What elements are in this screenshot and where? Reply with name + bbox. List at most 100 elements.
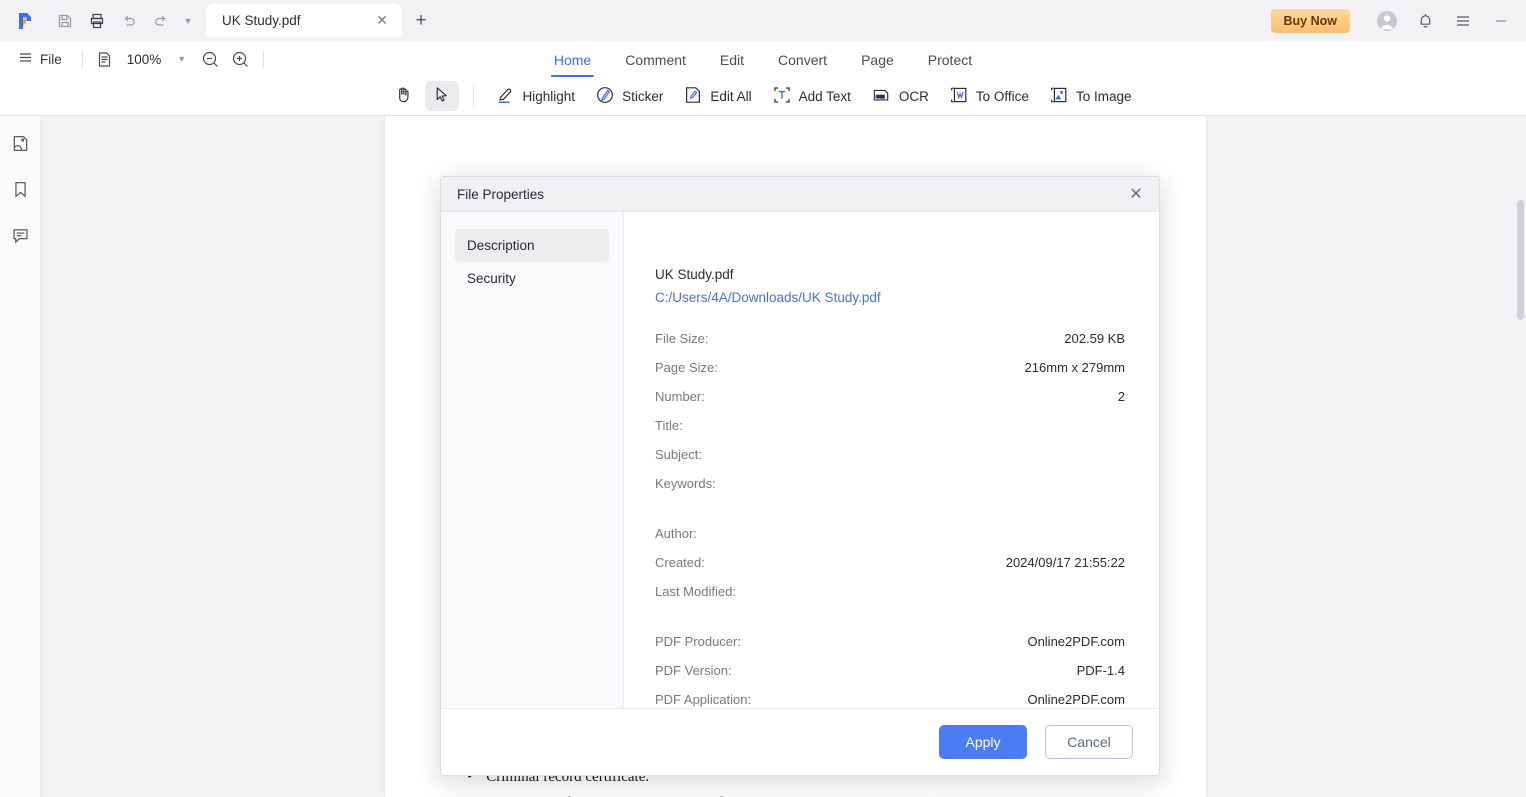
- property-label: File Size:: [655, 331, 709, 346]
- nav-item-security[interactable]: Security: [455, 262, 609, 295]
- page-layout-icon[interactable]: [91, 45, 119, 73]
- scrollbar-thumb[interactable]: [1517, 200, 1524, 320]
- table-row: PDF Version: PDF-1.4: [655, 663, 1125, 692]
- to-office-label: To Office: [975, 88, 1029, 104]
- property-label: Title:: [655, 418, 683, 433]
- to-office-icon: [949, 85, 969, 108]
- dialog-title: File Properties: [457, 186, 545, 202]
- ribbon-toolbar: Highlight Sticker Edit All Add Text OCR …: [0, 77, 1526, 116]
- property-value: Online2PDF.com: [1027, 692, 1125, 707]
- edit-all-button[interactable]: Edit All: [675, 81, 759, 111]
- apply-button[interactable]: Apply: [939, 725, 1027, 759]
- property-value: 202.59 KB: [1064, 331, 1125, 346]
- to-office-button[interactable]: To Office: [941, 81, 1037, 111]
- file-path-link[interactable]: C:/Users/4A/Downloads/UK Study.pdf: [655, 290, 1125, 305]
- print-icon[interactable]: [82, 6, 112, 36]
- hand-tool-icon: [394, 85, 413, 107]
- chevron-down-icon[interactable]: ▼: [169, 45, 195, 73]
- property-value: 2024/09/17 21:55:22: [1005, 555, 1125, 570]
- close-icon[interactable]: ✕: [372, 11, 392, 31]
- dialog-footer: Apply Cancel: [441, 708, 1159, 775]
- table-row: Created: 2024/09/17 21:55:22: [655, 555, 1125, 584]
- save-icon[interactable]: [50, 6, 80, 36]
- zoom-out-icon[interactable]: [197, 45, 225, 73]
- bookmark-panel-icon[interactable]: [7, 176, 33, 202]
- chevron-down-icon[interactable]: ▼: [178, 6, 198, 36]
- property-label: Author:: [655, 526, 697, 541]
- nav-item-description[interactable]: Description: [455, 229, 609, 262]
- new-tab-button[interactable]: +: [404, 4, 438, 37]
- property-value: 216mm x 279mm: [1024, 360, 1125, 375]
- dialog-main-panel: UK Study.pdf C:/Users/4A/Downloads/UK St…: [624, 212, 1159, 708]
- table-row: Last Modified:: [655, 584, 1125, 613]
- tab-comment[interactable]: Comment: [608, 43, 703, 77]
- divider: [81, 50, 83, 68]
- tab-convert[interactable]: Convert: [761, 43, 844, 77]
- document-tab[interactable]: UK Study.pdf ✕: [206, 4, 402, 37]
- title-bar-right: Buy Now: [1270, 0, 1526, 41]
- zoom-level-value[interactable]: 100%: [121, 52, 167, 67]
- close-icon[interactable]: ✕: [1123, 181, 1149, 207]
- vertical-scrollbar[interactable]: [1515, 116, 1526, 797]
- thumbnail-panel-icon[interactable]: [7, 130, 33, 156]
- comment-panel-icon[interactable]: [7, 222, 33, 248]
- tab-edit[interactable]: Edit: [703, 43, 761, 77]
- property-value: Online2PDF.com: [1027, 634, 1125, 649]
- sticker-button[interactable]: Sticker: [587, 81, 671, 111]
- to-image-icon: [1049, 85, 1069, 108]
- list-item: • Translation of documents in English (I…: [467, 790, 1206, 797]
- table-row: PDF Producer: Online2PDF.com: [655, 634, 1125, 663]
- highlight-button[interactable]: Highlight: [488, 81, 584, 111]
- select-cursor-button[interactable]: [424, 81, 459, 111]
- property-label: Number:: [655, 389, 705, 404]
- tab-home[interactable]: Home: [537, 43, 608, 77]
- menu-row: File 100% ▼ Home Comment Edit Convert Pa…: [0, 41, 1526, 77]
- property-label: Keywords:: [655, 476, 716, 491]
- table-row: Keywords:: [655, 476, 1125, 505]
- file-properties-dialog: File Properties ✕ Description Security U…: [440, 176, 1160, 776]
- property-value: 2: [1117, 389, 1125, 404]
- add-text-button[interactable]: Add Text: [764, 81, 859, 111]
- zoom-controls: 100% ▼: [91, 45, 255, 73]
- property-label: PDF Version:: [655, 663, 732, 678]
- to-image-button[interactable]: To Image: [1041, 81, 1140, 111]
- table-row: File Size: 202.59 KB: [655, 331, 1125, 360]
- file-menu-button[interactable]: File: [0, 44, 74, 74]
- bell-icon[interactable]: [1408, 4, 1442, 38]
- undo-icon[interactable]: [114, 6, 144, 36]
- ocr-button[interactable]: OCR OCR: [863, 81, 937, 111]
- tab-page[interactable]: Page: [844, 43, 911, 77]
- table-row: Subject:: [655, 447, 1125, 476]
- account-avatar-icon[interactable]: [1370, 4, 1404, 38]
- sticker-icon: [595, 85, 615, 108]
- table-row: Title:: [655, 418, 1125, 447]
- file-name: UK Study.pdf: [655, 267, 734, 282]
- property-label: Created:: [655, 555, 705, 570]
- title-bar-left: ▼ UK Study.pdf ✕ +: [0, 0, 438, 41]
- redo-icon[interactable]: [146, 6, 176, 36]
- divider: [262, 50, 264, 68]
- file-menu-label: File: [40, 51, 62, 67]
- hamburger-icon: [18, 50, 33, 68]
- minimize-icon[interactable]: [1484, 4, 1518, 38]
- dialog-body: Description Security UK Study.pdf C:/Use…: [441, 212, 1159, 708]
- property-label: Last Modified:: [655, 584, 736, 599]
- cancel-button[interactable]: Cancel: [1045, 725, 1133, 759]
- svg-text:OCR: OCR: [877, 94, 885, 98]
- table-row: Page Size: 216mm x 279mm: [655, 360, 1125, 389]
- left-rail: [0, 116, 41, 797]
- tab-protect[interactable]: Protect: [911, 43, 989, 77]
- zoom-in-icon[interactable]: [227, 45, 255, 73]
- hand-tool-button[interactable]: [387, 81, 421, 111]
- sticker-label: Sticker: [622, 88, 664, 104]
- property-value: PDF-1.4: [1076, 663, 1125, 678]
- highlight-icon: [496, 85, 516, 108]
- properties-group-basic: File Size: 202.59 KB Page Size: 216mm x …: [655, 331, 1125, 505]
- edit-all-icon: [683, 85, 703, 108]
- hamburger-menu-icon[interactable]: [1446, 4, 1480, 38]
- to-image-label: To Image: [1075, 88, 1132, 104]
- buy-now-button[interactable]: Buy Now: [1270, 8, 1350, 33]
- dialog-header: File Properties ✕: [441, 177, 1159, 212]
